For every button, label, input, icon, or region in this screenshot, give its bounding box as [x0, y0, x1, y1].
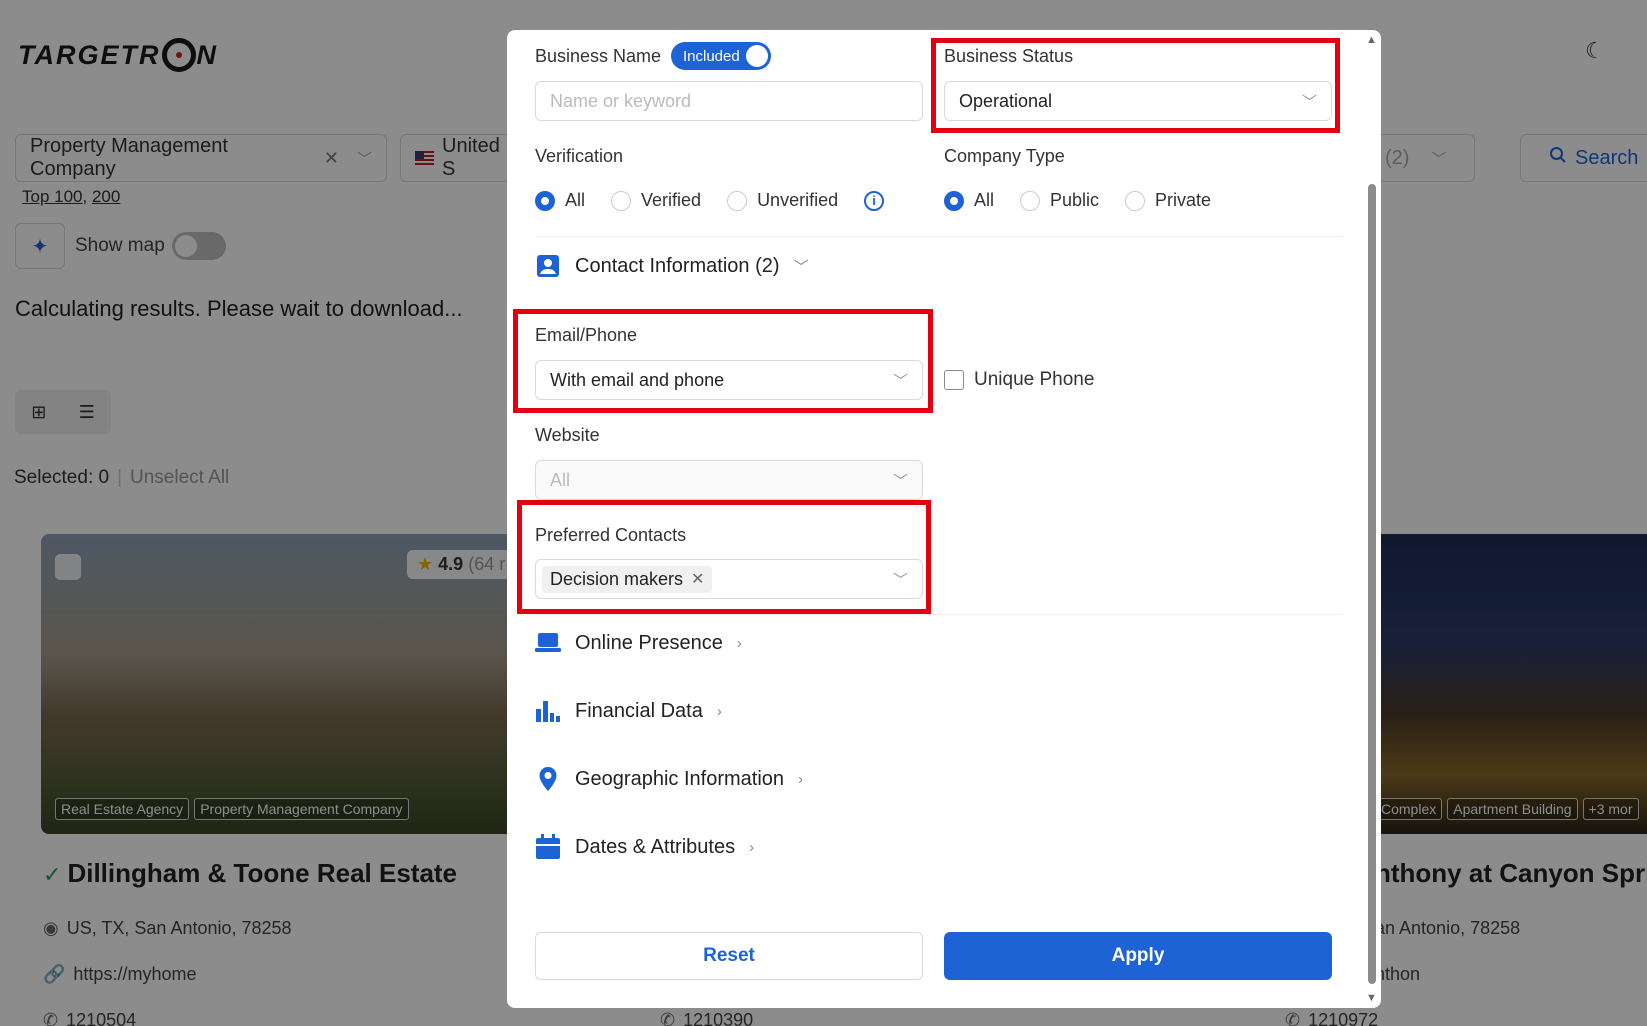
website-select[interactable]: All ﹀	[535, 460, 923, 500]
info-icon[interactable]: i	[864, 190, 885, 211]
contact-information-section-header[interactable]: Contact Information (2) ﹀	[535, 253, 809, 279]
website-label: Website	[535, 425, 600, 445]
calendar-icon	[535, 834, 561, 860]
geographic-information-section-header[interactable]: Geographic Information ›	[535, 766, 803, 792]
business-name-input[interactable]: Name or keyword	[535, 81, 923, 121]
verification-label: Verification	[535, 146, 624, 166]
online-presence-section-header[interactable]: Online Presence ›	[535, 630, 742, 656]
divider	[535, 614, 1343, 615]
contact-card-icon	[535, 253, 561, 279]
toggle-label: Included	[683, 47, 740, 65]
company-type-option-all[interactable]: All	[944, 190, 994, 211]
radio-icon	[1020, 190, 1041, 211]
radio-label: Public	[1050, 190, 1100, 210]
bar-chart-icon	[535, 698, 561, 724]
company-type-label: Company Type	[944, 146, 1065, 166]
business-name-label: Business Name	[535, 46, 662, 66]
radio-label: Private	[1155, 190, 1212, 210]
laptop-icon	[535, 630, 561, 656]
business-name-included-toggle[interactable]: Included	[671, 42, 771, 70]
radio-label: Unverified	[757, 190, 839, 210]
apply-button[interactable]: Apply	[944, 932, 1332, 980]
contact-information-title: Contact Information (2)	[575, 254, 780, 277]
reset-button[interactable]: Reset	[535, 932, 923, 980]
radio-label: All	[565, 190, 586, 210]
highlight-box-preferred-contacts	[517, 500, 931, 614]
highlight-box-email-phone	[513, 309, 933, 413]
divider	[535, 236, 1343, 237]
filters-modal: Business Name Included Name or keyword B…	[507, 30, 1381, 1008]
company-type-radio-group: All Public Private	[944, 190, 1237, 211]
verification-option-verified[interactable]: Verified	[611, 190, 701, 211]
unique-phone-checkbox[interactable]: Unique Phone	[944, 369, 1094, 391]
chevron-right-icon: ›	[716, 702, 722, 720]
radio-icon	[611, 190, 632, 211]
highlight-box-business-status	[931, 38, 1340, 133]
radio-icon	[1125, 190, 1146, 211]
checkbox-icon	[944, 370, 964, 390]
unique-phone-label: Unique Phone	[974, 369, 1095, 390]
chevron-down-icon: ﹀	[793, 258, 809, 276]
scroll-up-icon[interactable]: ▲	[1366, 34, 1377, 46]
map-pin-icon	[535, 766, 561, 792]
company-type-option-public[interactable]: Public	[1020, 190, 1099, 211]
radio-icon	[944, 190, 964, 211]
chevron-down-icon: ﹀	[892, 473, 908, 490]
chevron-right-icon: ›	[798, 770, 804, 788]
radio-icon	[535, 190, 555, 211]
radio-icon	[727, 190, 748, 211]
section-title: Financial Data	[575, 699, 703, 722]
radio-label: Verified	[641, 190, 702, 210]
verification-option-all[interactable]: All	[535, 190, 585, 211]
scrollbar-thumb[interactable]	[1368, 184, 1376, 984]
radio-label: All	[974, 190, 995, 210]
section-title: Dates & Attributes	[575, 835, 736, 858]
company-type-option-private[interactable]: Private	[1125, 190, 1211, 211]
section-title: Online Presence	[575, 631, 723, 654]
scroll-down-icon[interactable]: ▼	[1366, 992, 1377, 1004]
modal-scrollbar[interactable]: ▲ ▼	[1362, 30, 1381, 1008]
section-title: Geographic Information	[575, 767, 785, 790]
dates-attributes-section-header[interactable]: Dates & Attributes ›	[535, 834, 754, 860]
chevron-right-icon: ›	[736, 634, 742, 652]
verification-option-unverified[interactable]: Unverified	[727, 190, 838, 211]
business-name-placeholder: Name or keyword	[550, 90, 692, 111]
verification-radio-group: All Verified Unverified i	[535, 190, 885, 211]
chevron-right-icon: ›	[749, 838, 755, 856]
website-value: All	[550, 469, 571, 490]
financial-data-section-header[interactable]: Financial Data ›	[535, 698, 722, 724]
